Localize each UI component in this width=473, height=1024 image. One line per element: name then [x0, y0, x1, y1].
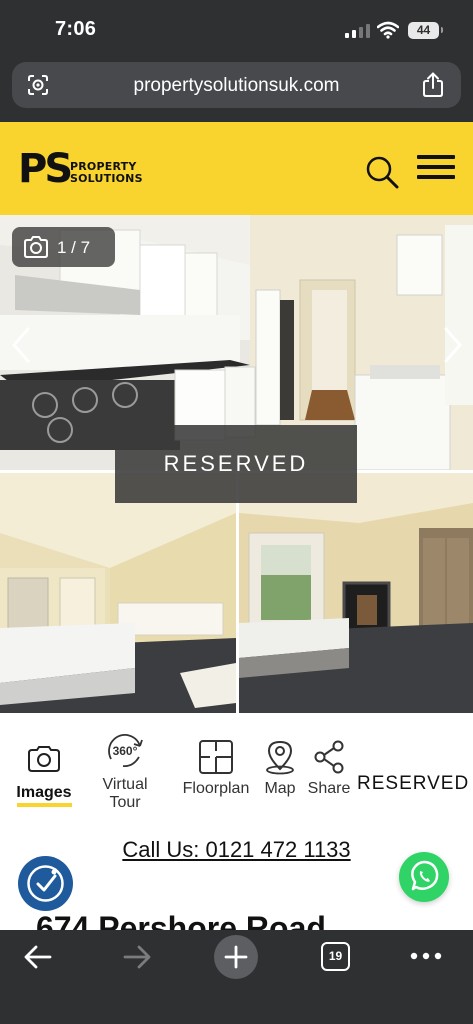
- forward-arrow-icon[interactable]: [121, 944, 153, 970]
- share-nodes-icon: [314, 740, 344, 774]
- back-arrow-icon[interactable]: [22, 944, 54, 970]
- reserved-banner: RESERVED: [115, 425, 357, 503]
- tab-images-label: Images: [16, 784, 72, 801]
- logo-line-2: SOLUTIONS: [70, 172, 143, 185]
- tab-virtual-tour[interactable]: 360° Virtual Tour: [92, 731, 158, 812]
- floorplan-icon: [199, 740, 233, 774]
- plus-icon: [224, 945, 248, 969]
- menu-bar: [417, 175, 455, 179]
- new-tab-button[interactable]: [214, 935, 258, 979]
- phone-screen: 7:06 44 propertysolutionsuk.com PS PROPE…: [0, 0, 473, 1024]
- gallery-thumbnail-1[interactable]: [0, 473, 236, 713]
- camera-icon: [24, 236, 48, 258]
- chevron-left-icon[interactable]: [8, 325, 34, 365]
- browser-url-area: propertysolutionsuk.com: [0, 58, 473, 122]
- status-badge: RESERVED: [357, 773, 470, 794]
- battery-indicator: 44: [408, 22, 443, 39]
- share-icon[interactable]: [422, 72, 444, 98]
- status-bar: 7:06 44: [0, 0, 473, 58]
- active-tab-underline: [16, 803, 72, 807]
- whatsapp-button[interactable]: [399, 852, 449, 902]
- photo-counter: 1 / 7: [12, 227, 115, 267]
- tab-map[interactable]: Map: [258, 739, 302, 798]
- contact-section: Call Us: 0121 472 1133 674 Pershore Road: [0, 830, 473, 946]
- more-options-icon[interactable]: [410, 952, 442, 960]
- logo-wordmark: PROPERTY SOLUTIONS: [70, 161, 143, 185]
- tab-floorplan-label: Floorplan: [182, 780, 250, 797]
- menu-bar: [417, 155, 455, 159]
- tab-floorplan[interactable]: Floorplan: [176, 739, 256, 798]
- browser-toolbar: 19: [0, 930, 473, 1024]
- photo-gallery: 1 / 7 RESERVED: [0, 215, 473, 713]
- wifi-icon: [377, 21, 399, 39]
- 360-tour-icon: 360°: [108, 734, 143, 767]
- hamburger-menu-icon[interactable]: [417, 155, 455, 183]
- map-pin-icon: [266, 740, 294, 775]
- accessibility-button[interactable]: [18, 856, 73, 911]
- tab-map-label: Map: [264, 780, 296, 797]
- camera-icon: [28, 746, 60, 772]
- menu-bar: [417, 165, 455, 169]
- status-time: 7:06: [55, 18, 97, 40]
- living-room-photo: [239, 473, 473, 713]
- signal-icon: [345, 24, 370, 38]
- tab-images[interactable]: Images: [12, 745, 76, 807]
- url-text[interactable]: propertysolutionsuk.com: [12, 75, 461, 97]
- accessibility-icon: [27, 865, 64, 902]
- site-header: PS PROPERTY SOLUTIONS: [0, 122, 473, 215]
- chevron-right-icon[interactable]: [440, 325, 466, 365]
- bedroom-photo: [0, 473, 236, 713]
- gallery-thumbnail-2[interactable]: [239, 473, 473, 713]
- property-tabs: Images 360° Virtual Tour Floorplan Map S…: [0, 713, 473, 830]
- tab-virtual-label-1: Virtual: [102, 776, 148, 793]
- logo-mark: PS: [18, 146, 73, 192]
- url-bar[interactable]: propertysolutionsuk.com: [12, 62, 461, 108]
- tab-virtual-label-2: Tour: [109, 794, 141, 811]
- tab-share[interactable]: Share: [304, 739, 354, 798]
- 360-badge: 360°: [113, 744, 138, 758]
- search-icon[interactable]: [365, 155, 399, 189]
- tab-switcher-button[interactable]: 19: [321, 942, 350, 971]
- whatsapp-icon: [411, 860, 439, 891]
- photo-counter-text: 1 / 7: [57, 238, 91, 257]
- site-logo[interactable]: PS PROPERTY SOLUTIONS: [18, 147, 143, 191]
- tab-share-label: Share: [307, 780, 351, 797]
